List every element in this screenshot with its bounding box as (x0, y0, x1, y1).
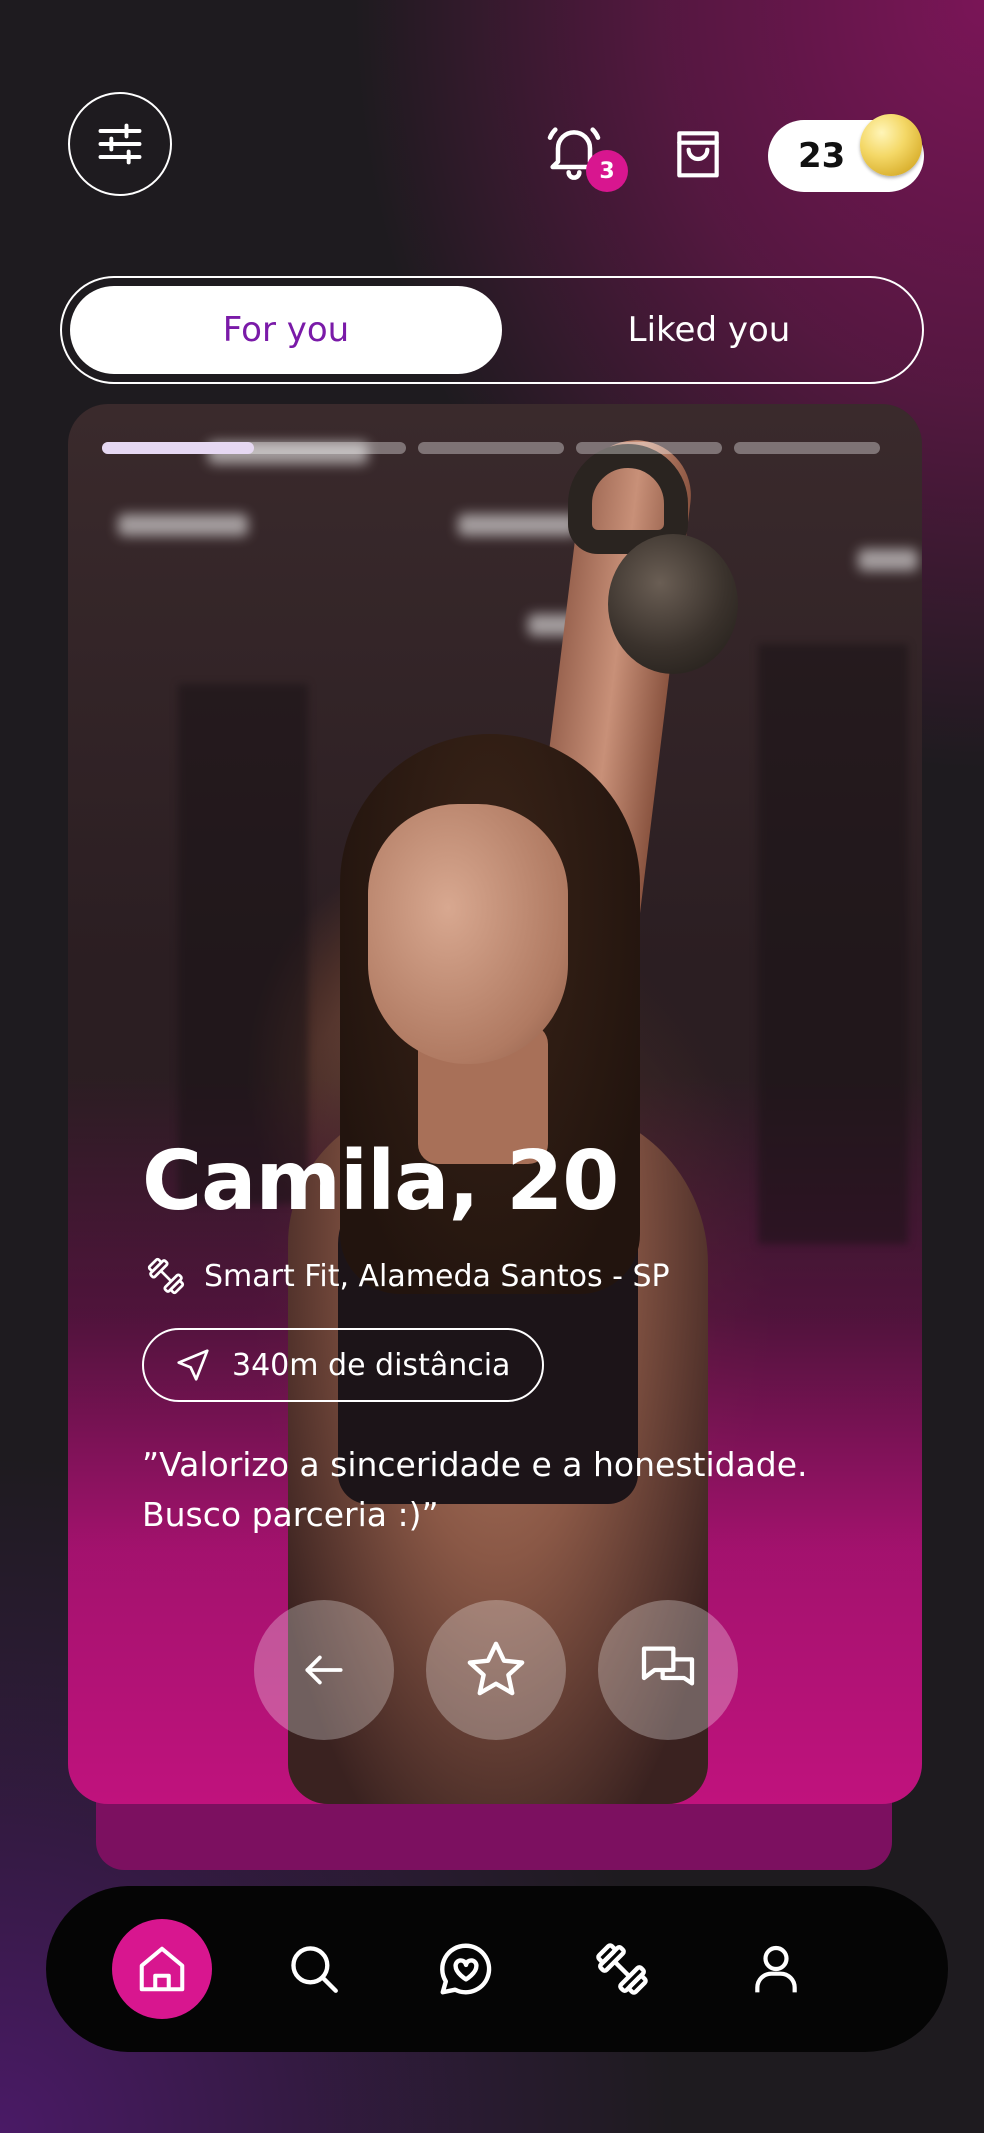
back-button[interactable] (254, 1600, 394, 1740)
coin-icon (860, 114, 922, 176)
profile-bio: ”Valorizo a sinceridade e a honestidade.… (142, 1445, 808, 1534)
nav-matches[interactable] (416, 1919, 516, 2019)
filter-button[interactable] (68, 92, 172, 196)
bottom-navigation (46, 1886, 948, 2052)
sliders-icon (98, 123, 142, 165)
profile-gym: Smart Fit, Alameda Santos - SP (144, 1254, 670, 1298)
shopping-bag-icon (677, 131, 719, 178)
shop-button[interactable] (670, 120, 726, 184)
heart-chat-icon (440, 1943, 492, 1995)
dumbbell-icon (596, 1943, 648, 1995)
tab-for-you[interactable]: For you (70, 286, 502, 374)
photo-progress-fill (102, 442, 254, 454)
photo-progress-segment (102, 442, 406, 454)
photo-progress-segment (576, 442, 722, 454)
star-icon (467, 1641, 525, 1696)
chat-bubbles-icon (641, 1646, 695, 1686)
distance-label: 340m de distância (232, 1347, 511, 1383)
coin-balance[interactable]: 23 (768, 114, 924, 192)
distance-chip: 340m de distância (142, 1328, 545, 1402)
photo-progress-segment (418, 442, 564, 454)
feed-tabs: For you Liked you (60, 276, 924, 384)
nav-profile[interactable] (726, 1919, 826, 2019)
arrow-left-icon (305, 1655, 343, 1685)
home-icon (139, 1946, 185, 1992)
coin-count: 23 (798, 136, 846, 176)
search-icon (291, 1946, 338, 1993)
favorite-button[interactable] (426, 1600, 566, 1740)
notification-badge: 3 (586, 150, 628, 192)
nav-home[interactable] (112, 1919, 212, 2019)
user-icon (755, 1945, 797, 1993)
nav-search[interactable] (264, 1919, 364, 2019)
tab-liked-you[interactable]: Liked you (502, 286, 916, 374)
profile-name-age: Camila, 20 (142, 1134, 619, 1229)
photo-progress-segment (734, 442, 880, 454)
profile-card[interactable]: Camila, 20 Smart Fit, Alameda Santos - S… (68, 404, 922, 1804)
nav-workouts[interactable] (572, 1919, 672, 2019)
message-button[interactable] (598, 1600, 738, 1740)
gym-label: Smart Fit, Alameda Santos - SP (204, 1258, 670, 1294)
navigation-arrow-icon (177, 1349, 209, 1381)
dumbbell-icon (147, 1257, 185, 1295)
